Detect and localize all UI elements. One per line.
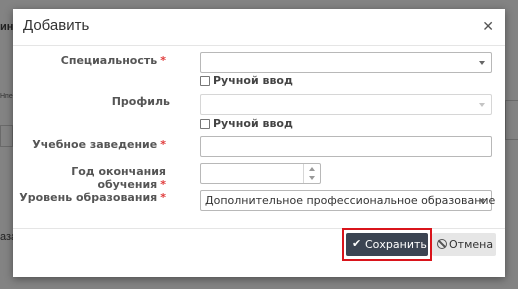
specialty-label: Специальность * [60,54,166,67]
arrow-up-icon[interactable] [309,167,315,171]
chevron-down-icon [479,61,485,65]
profile-select[interactable] [200,94,492,115]
chevron-down-icon [479,199,485,203]
graduation-year-stepper[interactable] [200,163,321,184]
dialog-header: Добавить ✕ [13,9,505,46]
education-level-value: Дополнительное профессиональное образова… [205,194,496,207]
required-mark: * [160,191,166,204]
ban-icon [437,239,447,249]
profile-manual-label: Ручной ввод [213,117,293,130]
specialty-select[interactable] [200,52,492,73]
cancel-button[interactable]: Отмена [432,233,496,256]
required-mark: * [160,138,166,151]
background-table-cell [0,125,13,147]
graduation-year-label: Год окончания обучения * [71,165,166,191]
check-icon: ✔ [352,237,362,250]
arrow-down-icon[interactable] [309,176,315,180]
background-table-cell [505,100,518,140]
background-text-fragment: ин [0,21,14,33]
required-mark: * [160,178,166,191]
specialty-manual-checkbox[interactable] [200,76,210,86]
close-icon[interactable]: ✕ [482,20,494,34]
save-button[interactable]: ✔ Сохранить [346,233,428,256]
education-level-label: Уровень образования * [19,191,166,204]
dialog-title: Добавить [23,17,90,34]
required-mark: * [160,54,166,67]
education-level-select[interactable]: Дополнительное профессиональное образова… [200,190,496,211]
institution-input[interactable] [200,136,492,157]
profile-manual-checkbox[interactable] [200,119,210,129]
profile-label: Профиль [111,95,170,108]
institution-label: Учебное заведение * [32,138,166,151]
specialty-manual-label: Ручной ввод [213,74,293,87]
chevron-down-icon [479,103,485,107]
stepper-controls[interactable] [303,164,320,183]
add-dialog: Добавить ✕ Специальность * Ручной ввод Пр… [13,9,505,277]
